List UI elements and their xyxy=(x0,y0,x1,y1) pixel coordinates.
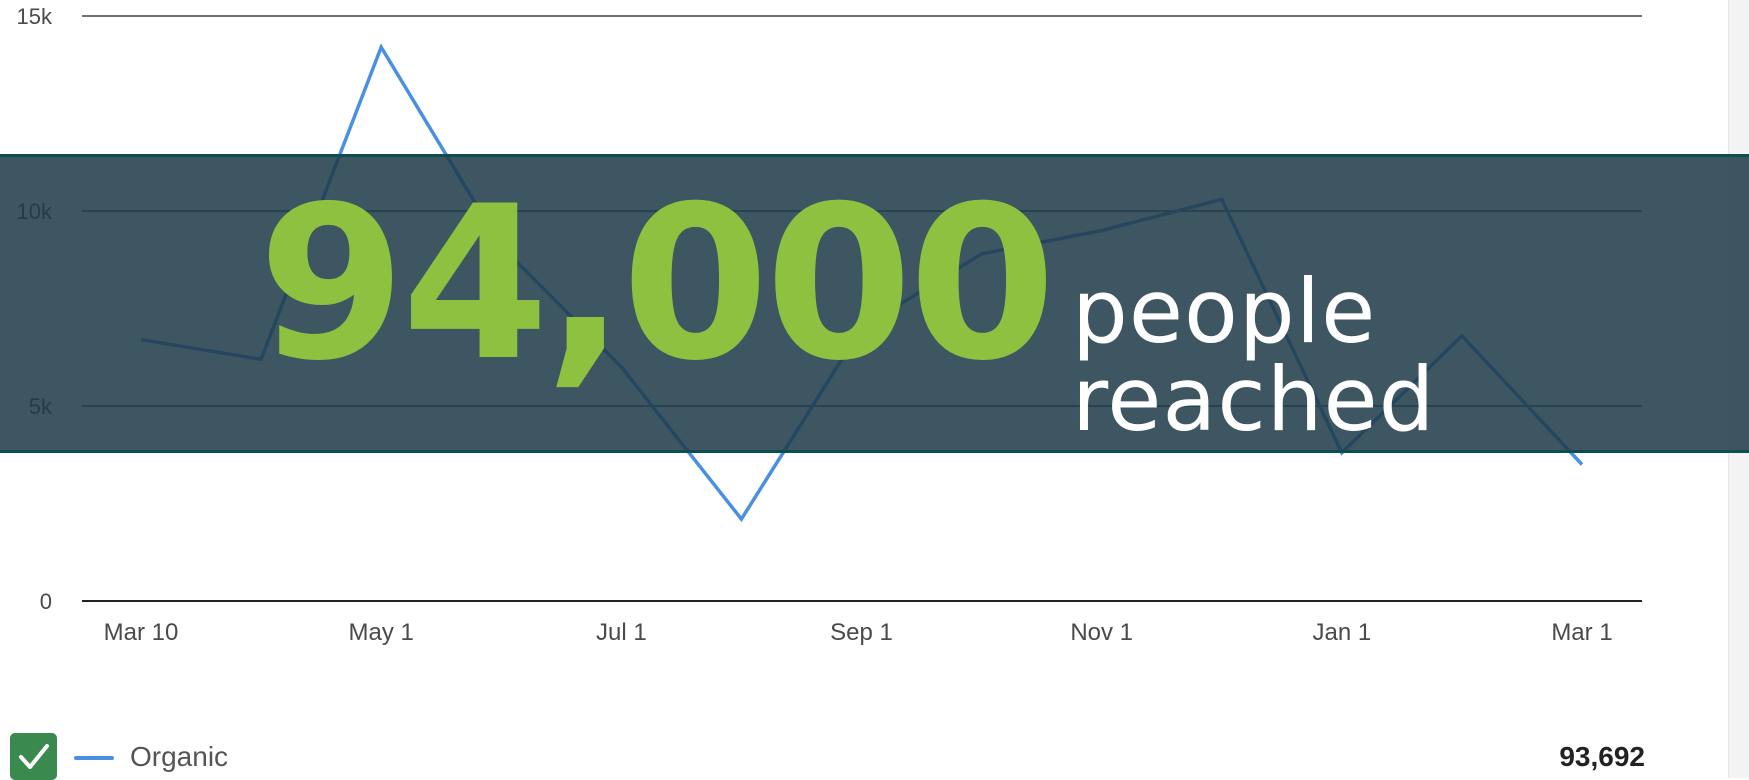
x-tick-label: Mar 10 xyxy=(104,619,179,646)
legend-total: 93,692 xyxy=(1559,741,1645,773)
banner-caption: people reached xyxy=(1072,268,1749,444)
legend-label: Organic xyxy=(130,741,228,773)
legend-line-swatch xyxy=(74,756,114,760)
y-tick-label: 0 xyxy=(40,589,52,614)
x-tick-label: Sep 1 xyxy=(830,619,893,646)
x-tick-label: Jul 1 xyxy=(596,619,647,646)
x-tick-label: Jan 1 xyxy=(1312,619,1371,646)
legend-checkbox[interactable] xyxy=(10,733,57,780)
x-tick-label: Nov 1 xyxy=(1070,619,1133,646)
x-tick-label: May 1 xyxy=(348,619,413,646)
x-tick-label: Mar 1 xyxy=(1551,619,1612,646)
y-tick-label: 15k xyxy=(17,4,53,29)
checkmark-icon xyxy=(10,733,57,780)
banner-number: 94,000 xyxy=(258,178,1052,390)
